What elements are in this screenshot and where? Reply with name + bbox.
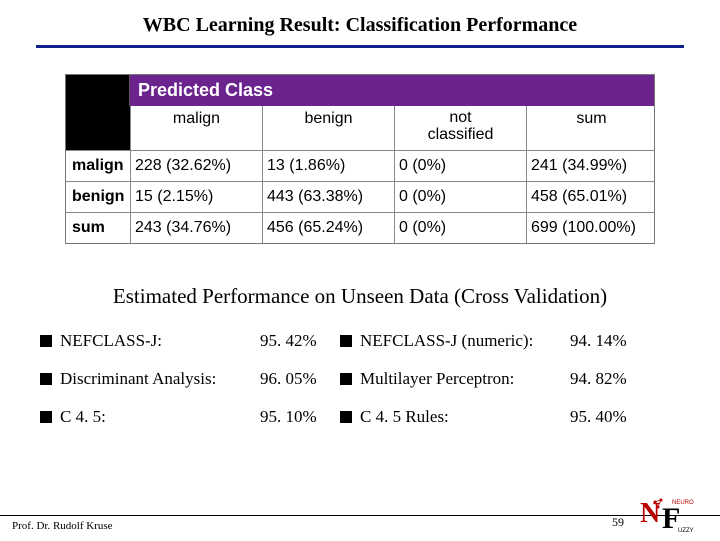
col-header: sum — [526, 106, 656, 150]
svg-text:N: N — [640, 498, 660, 529]
slide-title: WBC Learning Result: Classification Perf… — [36, 14, 684, 37]
page-number: 59 — [612, 515, 624, 530]
cell: 228 (32.62%) — [130, 151, 262, 181]
cell: 15 (2.15%) — [130, 182, 262, 212]
list-item: Discriminant Analysis: — [40, 369, 260, 389]
table-row: malign 228 (32.62%) 13 (1.86%) 0 (0%) 24… — [66, 150, 654, 181]
method-name: NEFCLASS-J: — [60, 331, 162, 351]
subheading: Estimated Performance on Unseen Data (Cr… — [36, 284, 684, 309]
performance-list: NEFCLASS-J: 95. 42% NEFCLASS-J (numeric)… — [36, 331, 684, 427]
method-value: 94. 82% — [570, 369, 642, 389]
table-row: benign 15 (2.15%) 443 (63.38%) 0 (0%) 45… — [66, 181, 654, 212]
method-name: NEFCLASS-J (numeric): — [360, 331, 533, 351]
footer-author: Prof. Dr. Rudolf Kruse — [12, 520, 113, 532]
col-header: not classified — [394, 106, 526, 150]
bullet-square-icon — [40, 373, 52, 385]
col-header: benign — [262, 106, 394, 150]
table-corner-blank — [66, 75, 130, 106]
list-item: NEFCLASS-J: — [40, 331, 260, 351]
method-name: Discriminant Analysis: — [60, 369, 216, 389]
cell: 241 (34.99%) — [526, 151, 656, 181]
list-item: Multilayer Perceptron: — [340, 369, 570, 389]
cell: 0 (0%) — [394, 151, 526, 181]
method-name: Multilayer Perceptron: — [360, 369, 514, 389]
cell: 0 (0%) — [394, 182, 526, 212]
row-header: malign — [66, 151, 130, 181]
bullet-square-icon — [340, 373, 352, 385]
method-name: C 4. 5: — [60, 407, 106, 427]
neuro-fuzzy-logo-icon: N F NEURO UZZY — [634, 492, 702, 536]
row-header: benign — [66, 182, 130, 212]
svg-text:NEURO: NEURO — [672, 500, 694, 506]
method-name: C 4. 5 Rules: — [360, 407, 449, 427]
cell: 243 (34.76%) — [130, 213, 262, 243]
row-header: sum — [66, 213, 130, 243]
cell: 443 (63.38%) — [262, 182, 394, 212]
title-underline — [36, 45, 684, 48]
cell: 13 (1.86%) — [262, 151, 394, 181]
method-value: 95. 42% — [260, 331, 340, 351]
method-value: 96. 05% — [260, 369, 340, 389]
cell: 456 (65.24%) — [262, 213, 394, 243]
bullet-square-icon — [40, 411, 52, 423]
svg-text:UZZY: UZZY — [678, 528, 694, 534]
list-item: NEFCLASS-J (numeric): — [340, 331, 570, 351]
confusion-matrix-table: Predicted Class malign benign not classi… — [65, 74, 655, 244]
method-value: 94. 14% — [570, 331, 642, 351]
cell: 458 (65.01%) — [526, 182, 656, 212]
bullet-square-icon — [40, 335, 52, 347]
table-row: sum 243 (34.76%) 456 (65.24%) 0 (0%) 699… — [66, 212, 654, 243]
cell: 0 (0%) — [394, 213, 526, 243]
list-item: C 4. 5: — [40, 407, 260, 427]
cell: 699 (100.00%) — [526, 213, 656, 243]
method-value: 95. 10% — [260, 407, 340, 427]
predicted-class-header: Predicted Class — [130, 75, 654, 106]
col-header: malign — [130, 106, 262, 150]
bullet-square-icon — [340, 411, 352, 423]
table-rowheader-blank — [66, 106, 130, 150]
list-item: C 4. 5 Rules: — [340, 407, 570, 427]
method-value: 95. 40% — [570, 407, 642, 427]
bullet-square-icon — [340, 335, 352, 347]
